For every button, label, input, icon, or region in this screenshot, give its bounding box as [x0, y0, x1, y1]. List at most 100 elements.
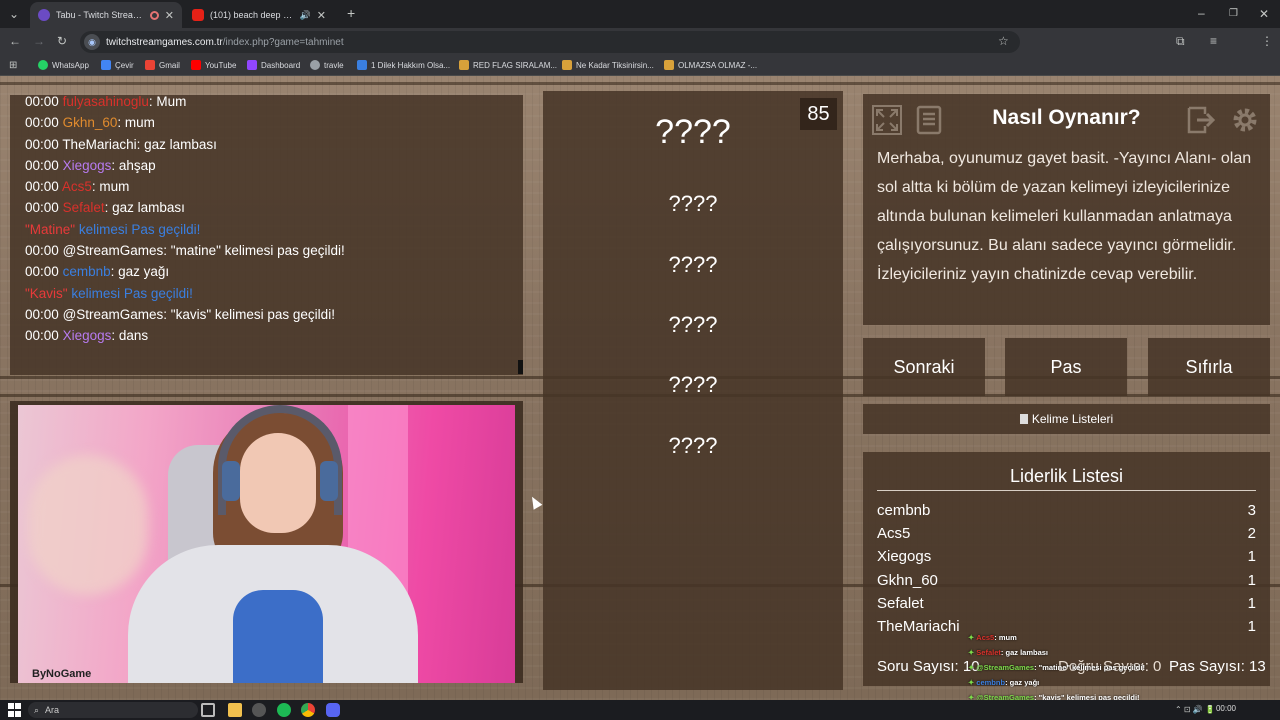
bookmark-travle[interactable]: travle [310, 60, 344, 70]
divider [877, 490, 1256, 491]
chat-username[interactable]: @StreamGames [63, 307, 164, 322]
media-control-icon[interactable]: ≡ [1210, 35, 1217, 47]
player-name: Sefalet [877, 594, 924, 612]
tray-icons[interactable]: ⌃ ⊡ 🔊 🔋 [1175, 704, 1215, 716]
close-tab-icon[interactable]: ✕ [317, 9, 326, 22]
timestamp: 00:00 [25, 115, 59, 131]
site-icon [459, 60, 469, 70]
new-tab-icon[interactable]: + [347, 6, 355, 20]
chat-username[interactable]: cembnb [63, 264, 111, 279]
address-bar[interactable]: ◉ twitchstreamgames.com.tr/index.php?gam… [80, 31, 1020, 53]
extensions-puzzle-icon[interactable]: ⧉ [1176, 35, 1185, 47]
player-name: Xiegogs [877, 548, 932, 566]
next-button[interactable]: Sonraki [863, 338, 985, 396]
overlay-text: : mum [994, 633, 1017, 642]
leaderboard-title: Liderlik Listesi [1009, 466, 1124, 486]
minimize-window-icon[interactable]: – [1198, 7, 1205, 19]
restore-window-icon[interactable]: ❐ [1229, 8, 1238, 20]
tab-label: (101) beach deep house mix [210, 10, 297, 20]
chat-message: 00:00 Sefalet: gaz lambası [10, 197, 523, 218]
browser-menu-icon[interactable]: ⋮ [1261, 35, 1273, 47]
forbidden-word: ???? [668, 252, 718, 277]
chrome-icon[interactable] [301, 703, 315, 717]
tab-search-icon[interactable]: ⌄ [9, 8, 19, 20]
leaderboard-row: Xiegogs 1 [877, 548, 1256, 565]
chat-text: : mum [91, 179, 130, 195]
sparkle-icon: ✦ [968, 633, 975, 642]
taskbar-search[interactable]: ⌕ Ara [28, 702, 198, 718]
bookmark-olmazsa[interactable]: OLMAZSA OLMAZ -... [664, 60, 757, 70]
overlay-chat-line: ✦ Acs5: mum [968, 630, 1168, 645]
bookmark-youtube[interactable]: YouTube [191, 60, 236, 70]
back-icon[interactable]: ← [9, 35, 21, 47]
chat-username[interactable]: Xiegogs [63, 328, 112, 343]
leaderboard-row: Gkhn_60 1 [877, 572, 1256, 589]
app-icon[interactable] [252, 703, 266, 717]
gmail-icon [145, 60, 155, 70]
chat-text: : Mum [148, 95, 187, 109]
settings-gear-icon[interactable] [1229, 104, 1261, 136]
exit-icon[interactable] [1185, 104, 1217, 136]
discord-icon[interactable] [326, 703, 340, 717]
reload-icon[interactable]: ↻ [57, 35, 67, 47]
chat-username[interactable]: Xiegogs [63, 158, 112, 173]
bookmark-red-flag[interactable]: RED FLAG SIRALAM... [459, 60, 557, 70]
chat-username[interactable]: Gkhn_60 [63, 115, 118, 130]
waving-arm [28, 455, 148, 595]
chat-text: : mum [117, 115, 155, 131]
word-lists-button[interactable]: Kelime Listeleri [863, 404, 1270, 434]
recording-icon [149, 10, 159, 20]
chat-username[interactable]: Acs5 [62, 179, 92, 194]
tabu-favicon-icon [38, 9, 50, 21]
bookmark-gmail[interactable]: Gmail [145, 60, 180, 70]
leaderboard-row: Acs5 2 [877, 525, 1256, 542]
leaderboard-row: cembnb 3 [877, 502, 1256, 519]
sparkle-icon: ✦ [968, 663, 975, 672]
player-name: cembnb [877, 502, 931, 519]
close-window-icon[interactable]: ✕ [1259, 8, 1269, 20]
bookmark-dashboard[interactable]: Dashboard [247, 60, 300, 70]
chat-message: 00:00 Acs5: mum [10, 176, 523, 197]
question-count: Soru Sayısı: 10 [877, 658, 980, 675]
chat-scrollbar[interactable] [518, 360, 523, 374]
chat-username[interactable]: Sefalet [63, 200, 105, 215]
forbidden-word: ???? [668, 191, 718, 216]
apps-grid-icon[interactable]: ⊞ [9, 60, 17, 72]
chat-text: : gaz lambası [136, 136, 217, 152]
reset-button[interactable]: Sıfırla [1148, 338, 1270, 396]
headset-earcup [320, 461, 338, 501]
stream-chat-panel[interactable]: 00:00 fulyasahinoglu: Mum 00:00 Gkhn_60: … [10, 95, 523, 375]
tab-youtube[interactable]: (101) beach deep house mix 🔊 ✕ [184, 2, 334, 28]
overlay-text: : "matine" kelimesi pas geçildi! [1034, 663, 1145, 672]
youtube-favicon-icon [192, 9, 204, 21]
bookmark-whatsapp[interactable]: WhatsApp [38, 60, 89, 70]
file-explorer-icon[interactable] [228, 703, 242, 717]
forward-icon[interactable]: → [33, 35, 45, 47]
player-name: Gkhn_60 [877, 571, 938, 589]
tab-tabu[interactable]: Tabu - Twitch Stream Games ✕ [30, 2, 182, 28]
bookmark-dilek[interactable]: 1 Dilek Hakkım Olsa... [357, 60, 450, 70]
chat-username[interactable]: TheMariachi [62, 137, 136, 152]
forbidden-word: ???? [668, 433, 718, 458]
chat-text: kelimesi Pas geçildi! [67, 285, 193, 301]
chat-username[interactable]: fulyasahinoglu [63, 95, 149, 109]
site-icon [664, 60, 674, 70]
site-info-icon[interactable]: ◉ [84, 34, 100, 50]
windows-start-icon[interactable] [8, 703, 22, 717]
close-tab-icon[interactable]: ✕ [165, 9, 174, 22]
whatsapp-icon [38, 60, 48, 70]
task-view-icon[interactable] [201, 703, 215, 717]
timestamp: 00:00 [25, 157, 59, 173]
pass-button[interactable]: Pas [1005, 338, 1127, 396]
bookmark-cevir[interactable]: Çevir [101, 60, 134, 70]
bookmark-ne-kadar[interactable]: Ne Kadar Tiksinirsin... [562, 60, 654, 70]
player-name: TheMariachi [877, 618, 960, 635]
chat-text: : gaz lambası [104, 200, 185, 216]
bookmark-star-icon[interactable]: ☆ [998, 35, 1009, 47]
chat-text: : "matine" kelimesi pas geçildi! [163, 243, 345, 259]
spotify-icon[interactable] [277, 703, 291, 717]
wood-seam [0, 82, 1280, 85]
chat-username[interactable]: @StreamGames [63, 243, 164, 258]
bookmarks-bar: ⊞ WhatsApp Çevir Gmail YouTube Dashboard… [0, 56, 1280, 76]
player-score: 1 [1247, 571, 1256, 589]
